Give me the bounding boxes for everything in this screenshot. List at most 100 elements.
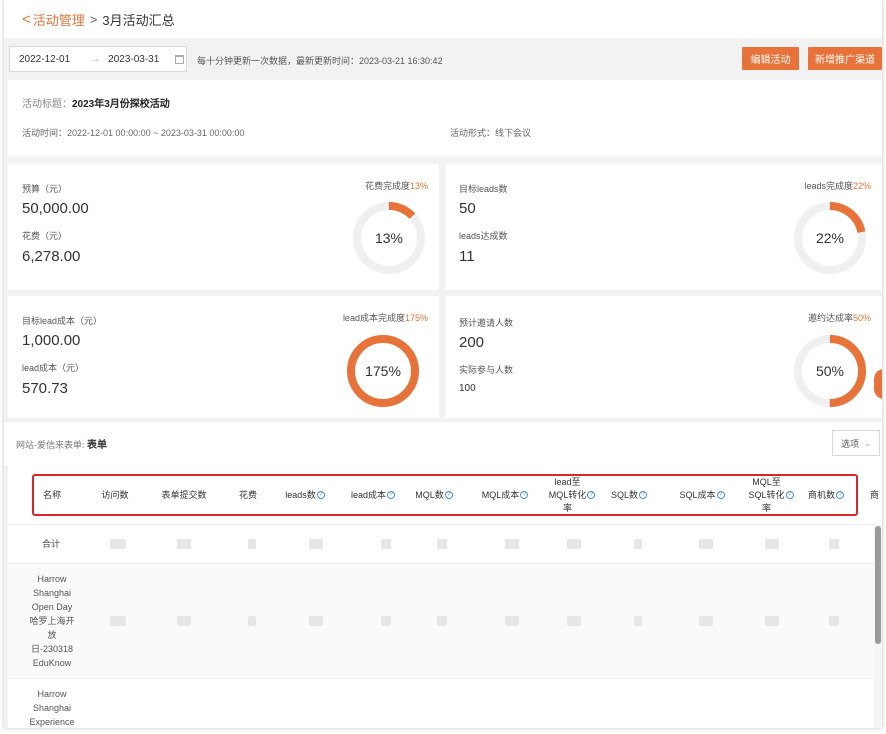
redacted-cell [829, 539, 839, 549]
table-row-total[interactable]: 合计 [8, 524, 874, 562]
budget-card: 预算（元） 50,000.00 花费（元） 6,278.00 花费完成度13% … [8, 164, 439, 290]
column-header[interactable]: lead成本? [338, 466, 408, 524]
column-header-label: 商机数 [807, 489, 835, 500]
redacted-cell [248, 616, 256, 626]
achieved-leads-value: 11 [459, 248, 475, 265]
leads-progress-ring: 22% [792, 200, 868, 276]
question-circle-icon[interactable]: ? [785, 491, 794, 499]
table-scrollbar[interactable] [874, 524, 882, 728]
question-circle-icon[interactable]: ? [316, 491, 325, 499]
target-leads-label: 目标leads数 [459, 184, 508, 194]
lead-cost-progress-ring: 175% [345, 333, 421, 409]
column-header[interactable]: 名称 [32, 466, 72, 524]
toolbar: 2022-12-01 → 2023-03-31 每十分钟更新一次数据，最新更新时… [4, 40, 882, 78]
target-lead-cost-label: 目标lead成本（元） [22, 316, 103, 326]
redacted-cell [309, 539, 323, 549]
column-header[interactable]: 访问数 [84, 466, 146, 524]
redacted-cell [177, 539, 191, 549]
column-header[interactable]: MQL数? [406, 466, 462, 524]
lead-cost-progress-value: 175% [365, 363, 401, 379]
options-select[interactable]: 选项 ⌄ [832, 430, 880, 456]
column-header-label: 访问数 [101, 489, 129, 500]
question-circle-icon[interactable]: ? [520, 491, 529, 499]
column-header[interactable]: MQL至 SQL转化 率? [738, 466, 804, 524]
lead-cost-label: lead成本（元） [22, 363, 85, 373]
activity-form-label: 活动形式： [450, 128, 496, 138]
lead-cost-progress-label: lead成本完成度175% [342, 313, 428, 323]
redacted-cell [110, 616, 126, 626]
page-title: 3月活动汇总 [102, 12, 175, 28]
table-row[interactable]: Harrow Shanghai Experience [8, 678, 874, 728]
app-frame: < 活动管理 > 3月活动汇总 2022-12-01 → 2023-03-31 … [4, 0, 882, 728]
table-row[interactable]: Harrow Shanghai Open Day 哈罗上海开 放 日-23031… [8, 563, 874, 677]
spend-label: 花费（元） [22, 231, 68, 241]
date-start[interactable]: 2022-12-01 [19, 54, 70, 65]
spend-progress-value: 13% [374, 230, 404, 246]
column-header[interactable]: lead至 MQL转化 率? [540, 466, 604, 524]
column-header-label: lead成本 [350, 489, 387, 500]
question-circle-icon[interactable]: ? [387, 491, 396, 499]
column-header[interactable]: MQL成本? [470, 466, 540, 524]
activity-time-row: 活动时间：2022-12-01 00:00:00 ~ 2023-03-31 00… [22, 126, 244, 139]
scrollbar-thumb[interactable] [875, 526, 881, 644]
column-header-label: MQL数 [415, 489, 444, 500]
planned-invite-label: 预计邀请人数 [459, 318, 514, 328]
activity-form-row: 活动形式：线下会议 [450, 126, 531, 139]
column-header-label: 表单提交数 [161, 489, 207, 500]
chevron-left-icon[interactable]: < [22, 11, 31, 28]
question-circle-icon[interactable]: ? [639, 491, 647, 499]
question-circle-icon[interactable]: ? [716, 491, 725, 499]
update-note: 每十分钟更新一次数据，最新更新时间：2023-03-21 16:30:42 [197, 56, 443, 66]
invite-progress-label: 邀约达成率50% [807, 313, 871, 323]
redacted-cell [634, 539, 642, 549]
date-end[interactable]: 2023-03-31 [108, 54, 159, 65]
total-label: 合计 [42, 539, 61, 549]
add-channel-button[interactable]: 新增推广渠道 [808, 47, 882, 70]
redacted-cell [437, 539, 447, 549]
redacted-cell [505, 616, 519, 626]
spend-value: 6,278.00 [22, 248, 81, 265]
redacted-cell [177, 616, 191, 626]
redacted-cell [567, 616, 581, 626]
row-name: Harrow Shanghai Experience [29, 689, 75, 727]
budget-label: 预算（元） [22, 184, 68, 194]
column-header[interactable]: 表单提交数 [148, 466, 220, 524]
spend-progress-label: 花费完成度13% [364, 181, 428, 191]
floating-action-button[interactable] [874, 369, 882, 399]
question-circle-icon[interactable]: ? [587, 491, 596, 499]
arrow-right-icon: → [90, 53, 101, 65]
source-title: 网站-爱信来表单: 表单 [16, 440, 107, 451]
source-bar: 网站-爱信来表单: 表单 选项 ⌄ [4, 422, 882, 466]
redacted-cell [381, 616, 391, 626]
breadcrumb-separator: > [89, 11, 98, 27]
planned-invite-value: 200 [459, 334, 485, 351]
target-leads-value: 50 [459, 200, 476, 217]
date-range-picker[interactable]: 2022-12-01 → 2023-03-31 [9, 46, 187, 72]
activity-title-value: 2023年3月份探校活动 [72, 99, 170, 110]
column-header-label: SQL成本 [679, 489, 716, 500]
row-name: Harrow Shanghai Open Day 哈罗上海开 放 日-23031… [29, 574, 75, 668]
redacted-cell [309, 616, 323, 626]
edit-activity-button[interactable]: 编辑活动 [742, 47, 799, 70]
activity-time-label: 活动时间： [22, 128, 68, 138]
breadcrumb: < 活动管理 > 3月活动汇总 [4, 0, 882, 38]
chevron-down-icon: ⌄ [864, 438, 871, 448]
column-header[interactable]: SQL数? [604, 466, 654, 524]
column-header[interactable]: SQL成本? [666, 466, 738, 524]
leads-progress-label: leads完成度22% [804, 181, 871, 191]
column-header-label: MQL至 SQL转化 率 [748, 476, 785, 513]
breadcrumb-parent[interactable]: 活动管理 [33, 10, 85, 29]
target-lead-cost-value: 1,000.00 [22, 332, 81, 349]
column-header[interactable]: leads数? [276, 466, 334, 524]
question-circle-icon[interactable]: ? [444, 491, 453, 499]
column-header[interactable]: 商机数? [800, 466, 852, 524]
column-header-label: MQL成本 [481, 489, 520, 500]
invite-progress-value: 50% [815, 363, 845, 379]
calendar-icon[interactable] [175, 54, 185, 64]
column-header-label: 商 [870, 489, 880, 500]
column-header[interactable]: 商 [870, 466, 882, 524]
question-circle-icon[interactable]: ? [836, 491, 844, 499]
column-header[interactable]: 花费 [226, 466, 270, 524]
redacted-cell [829, 616, 839, 626]
activity-info-panel: 活动标题：2023年3月份探校活动 活动时间：2022-12-01 00:00:… [8, 80, 882, 156]
